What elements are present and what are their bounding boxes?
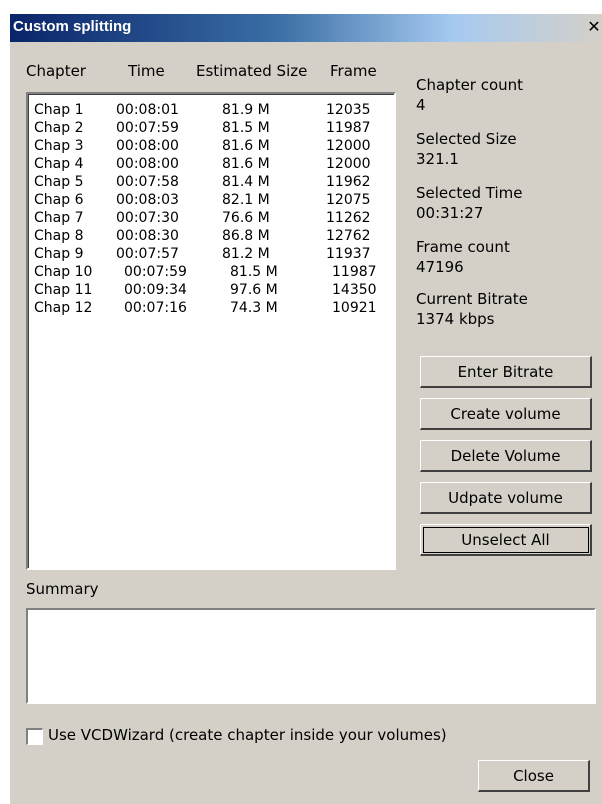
title-bar[interactable]: Custom splitting ✕ [10, 14, 602, 42]
list-item[interactable]: Chap 4 00:08:00 81.6 M 12000 [28, 156, 394, 174]
list-item[interactable]: Chap 6 00:08:03 82.1 M 12075 [28, 192, 394, 210]
list-item[interactable]: Chap 11 00:09:34 97.6 M 14350 [28, 282, 394, 300]
delete-volume-button[interactable]: Delete Volume [420, 440, 592, 472]
summary-textbox[interactable] [26, 608, 596, 704]
column-header-time[interactable]: Time [128, 62, 165, 80]
close-button[interactable]: Close [478, 760, 590, 792]
column-header-estimated-size[interactable]: Estimated Size [196, 62, 307, 80]
summary-label: Summary [26, 580, 99, 598]
list-header: Chapter Time Estimated Size Frame [10, 62, 410, 82]
create-volume-button[interactable]: Create volume [420, 398, 592, 430]
selected-size-label: Selected Size [416, 130, 517, 148]
custom-splitting-dialog: Custom splitting ✕ Chapter Time Estimate… [10, 14, 602, 804]
list-item[interactable]: Chap 5 00:07:58 81.4 M 11962 [28, 174, 394, 192]
current-bitrate-label: Current Bitrate [416, 290, 528, 308]
window-title: Custom splitting [13, 18, 132, 35]
list-item[interactable]: Chap 3 00:08:00 81.6 M 12000 [28, 138, 394, 156]
frame-count-value: 47196 [416, 258, 464, 276]
update-volume-button[interactable]: Udpate volume [420, 482, 592, 514]
enter-bitrate-button[interactable]: Enter Bitrate [420, 356, 592, 388]
list-item[interactable]: Chap 12 00:07:16 74.3 M 10921 [28, 300, 394, 318]
list-item[interactable]: Chap 10 00:07:59 81.5 M 11987 [28, 264, 394, 282]
list-item[interactable]: Chap 8 00:08:30 86.8 M 12762 [28, 228, 394, 246]
chapter-count-label: Chapter count [416, 76, 524, 94]
chapter-count-value: 4 [416, 96, 426, 114]
list-item[interactable]: Chap 7 00:07:30 76.6 M 11262 [28, 210, 394, 228]
unselect-all-button[interactable]: Unselect All [420, 524, 592, 556]
selected-size-value: 321.1 [416, 150, 459, 168]
list-item[interactable]: Chap 1 00:08:01 81.9 M 12035 [28, 102, 394, 120]
chapter-list[interactable]: Chap 1 00:08:01 81.9 M 12035 Chap 2 00:0… [26, 92, 396, 570]
close-icon[interactable]: ✕ [584, 17, 602, 37]
column-header-frame[interactable]: Frame [330, 62, 377, 80]
list-item[interactable]: Chap 2 00:07:59 81.5 M 11987 [28, 120, 394, 138]
frame-count-label: Frame count [416, 238, 510, 256]
current-bitrate-value: 1374 kbps [416, 310, 495, 328]
selected-time-value: 00:31:27 [416, 204, 484, 222]
selected-time-label: Selected Time [416, 184, 523, 202]
use-vcdwizard-label[interactable]: Use VCDWizard (create chapter inside you… [48, 726, 447, 744]
column-header-chapter[interactable]: Chapter [26, 62, 86, 80]
use-vcdwizard-checkbox[interactable] [26, 728, 43, 745]
list-item[interactable]: Chap 9 00:07:57 81.2 M 11937 [28, 246, 394, 264]
